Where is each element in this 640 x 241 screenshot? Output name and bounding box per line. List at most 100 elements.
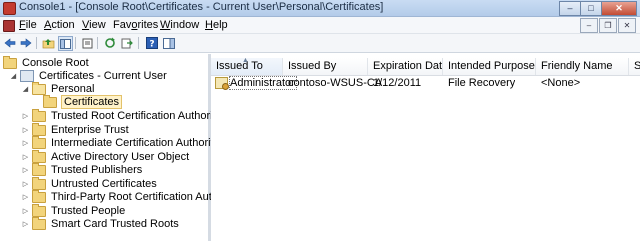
tree-item-personal[interactable]: ◢ Personal: [22, 81, 95, 95]
column-header-issued-to[interactable]: ▲ Issued To: [211, 58, 283, 75]
maximize-button[interactable]: □: [580, 1, 601, 16]
tree-item-label: Intermediate Certification Authorities: [51, 137, 228, 149]
column-header-friendly-name[interactable]: Friendly Name: [536, 58, 629, 75]
tree-item-label: Trusted Root Certification Authorities: [51, 110, 230, 122]
toolbar-separator: [97, 37, 98, 49]
folder-icon: [32, 189, 46, 203]
refresh-icon[interactable]: [103, 36, 117, 50]
up-folder-icon[interactable]: [41, 36, 55, 50]
folder-icon: [43, 94, 57, 108]
menu-view[interactable]: View: [82, 19, 106, 31]
table-row[interactable]: Administrator contoso-WSUS-CA 1/12/2011 …: [211, 76, 640, 90]
collapse-arrow-icon[interactable]: ◢: [10, 72, 17, 80]
toolbar-separator: [75, 37, 76, 49]
open-folder-icon: [32, 81, 46, 95]
menu-file[interactable]: File: [19, 19, 37, 31]
close-button[interactable]: ✕: [601, 1, 637, 16]
toolbar-separator: [36, 37, 37, 49]
tree-item-console-root[interactable]: Console Root: [3, 55, 90, 69]
folder-icon: [32, 135, 46, 149]
window-title: Console1 - [Console Root\Certificates - …: [19, 1, 384, 13]
tree-item-store[interactable]: ▷ Smart Card Trusted Roots: [22, 216, 180, 230]
certificate-snapin-icon: [20, 70, 34, 82]
show-hide-tree-icon[interactable]: [58, 36, 73, 51]
cell-issued-by: contoso-WSUS-CA: [288, 77, 383, 89]
console-tree: Console Root ◢ Certificates - Current Us…: [0, 54, 247, 241]
cell-issued-to[interactable]: Administrator: [215, 76, 297, 90]
tree-item-store[interactable]: ▷ Enterprise Trust: [22, 122, 130, 136]
console-menu-icon[interactable]: [3, 20, 15, 32]
expand-arrow-icon[interactable]: ▷: [22, 193, 29, 201]
expand-arrow-icon[interactable]: ▷: [22, 139, 29, 147]
toolbar-separator: [138, 37, 139, 49]
tree-item-store[interactable]: ▷ Intermediate Certification Authorities: [22, 135, 229, 149]
column-header-intended-purposes[interactable]: Intended Purposes: [443, 58, 536, 75]
list-header: ▲ Issued To Issued By Expiration Date In…: [211, 58, 640, 76]
folder-icon: [32, 149, 46, 163]
expand-arrow-icon[interactable]: ▷: [22, 220, 29, 228]
folder-icon: [3, 55, 17, 69]
collapse-arrow-icon[interactable]: ◢: [22, 85, 29, 93]
folder-icon: [32, 203, 46, 217]
export-list-icon[interactable]: [120, 36, 134, 50]
svg-text:?: ?: [149, 40, 154, 50]
expand-arrow-icon[interactable]: ▷: [22, 126, 29, 134]
tree-item-label: Active Directory User Object: [51, 151, 190, 163]
properties-icon[interactable]: [80, 36, 94, 50]
column-header-status[interactable]: S: [629, 58, 640, 75]
folder-icon: [32, 176, 46, 190]
tree-item-label: Trusted People: [51, 205, 126, 217]
tree-item-certificates-current-user[interactable]: ◢ Certificates - Current User: [10, 70, 168, 82]
tree-item-store[interactable]: ▷ Trusted People: [22, 203, 126, 217]
cell-friendly-name: <None>: [541, 77, 581, 89]
tree-item-label: Trusted Publishers: [51, 164, 143, 176]
folder-icon: [32, 122, 46, 136]
tree-item-store[interactable]: ▷ Active Directory User Object: [22, 149, 190, 163]
menu-window[interactable]: Window: [160, 19, 199, 31]
child-window-controls: – ❐ ✕: [580, 18, 636, 33]
column-header-expiration-date[interactable]: Expiration Date: [368, 58, 443, 75]
child-minimize-button[interactable]: –: [580, 18, 598, 33]
issued-to-text: Administrator: [229, 76, 297, 90]
window-controls: – □ ✕: [559, 1, 637, 16]
certificate-icon: [215, 77, 229, 90]
tree-item-label: Personal: [51, 83, 95, 95]
folder-icon: [32, 108, 46, 122]
folder-icon: [32, 216, 46, 230]
sort-ascending-icon: ▲: [242, 58, 249, 64]
menu-bar: File Action View Favorites Window Help –…: [0, 17, 640, 34]
expand-arrow-icon[interactable]: ▷: [22, 153, 29, 161]
show-action-pane-icon[interactable]: [162, 36, 176, 50]
minimize-button[interactable]: –: [559, 1, 580, 16]
back-arrow-icon[interactable]: [3, 36, 17, 50]
child-close-button[interactable]: ✕: [618, 18, 636, 33]
tree-item-store[interactable]: ▷ Trusted Publishers: [22, 162, 143, 176]
tree-item-label: Smart Card Trusted Roots: [51, 218, 179, 230]
expand-arrow-icon[interactable]: ▷: [22, 166, 29, 174]
tree-item-store[interactable]: ▷ Untrusted Certificates: [22, 176, 158, 190]
help-icon[interactable]: ?: [145, 36, 159, 50]
tree-item-store[interactable]: ▷ Trusted Root Certification Authorities: [22, 108, 231, 122]
tree-item-label: Certificates - Current User: [39, 70, 167, 82]
cell-expiration-date: 1/12/2011: [373, 77, 422, 89]
menu-action[interactable]: Action: [44, 19, 75, 31]
expand-arrow-icon[interactable]: ▷: [22, 180, 29, 188]
folder-icon: [32, 162, 46, 176]
result-pane: ▲ Issued To Issued By Expiration Date In…: [211, 54, 640, 241]
forward-arrow-icon[interactable]: [19, 36, 33, 50]
menu-favorites[interactable]: Favorites: [113, 19, 158, 31]
mmc-app-icon[interactable]: [3, 2, 16, 15]
toolbar: ?: [0, 34, 640, 53]
menu-help[interactable]: Help: [205, 19, 228, 31]
tree-item-label: Certificates: [61, 95, 123, 109]
title-bar: Console1 - [Console Root\Certificates - …: [0, 0, 640, 17]
tree-item-certificates[interactable]: Certificates: [43, 94, 123, 109]
expand-arrow-icon[interactable]: ▷: [22, 207, 29, 215]
column-header-issued-by[interactable]: Issued By: [283, 58, 368, 75]
child-restore-button[interactable]: ❐: [599, 18, 617, 33]
expand-arrow-icon[interactable]: ▷: [22, 112, 29, 120]
cell-intended-purposes: File Recovery: [448, 77, 516, 89]
tree-item-label: Console Root: [22, 57, 89, 69]
tree-item-label: Untrusted Certificates: [51, 178, 157, 190]
tree-item-label: Enterprise Trust: [51, 124, 129, 136]
